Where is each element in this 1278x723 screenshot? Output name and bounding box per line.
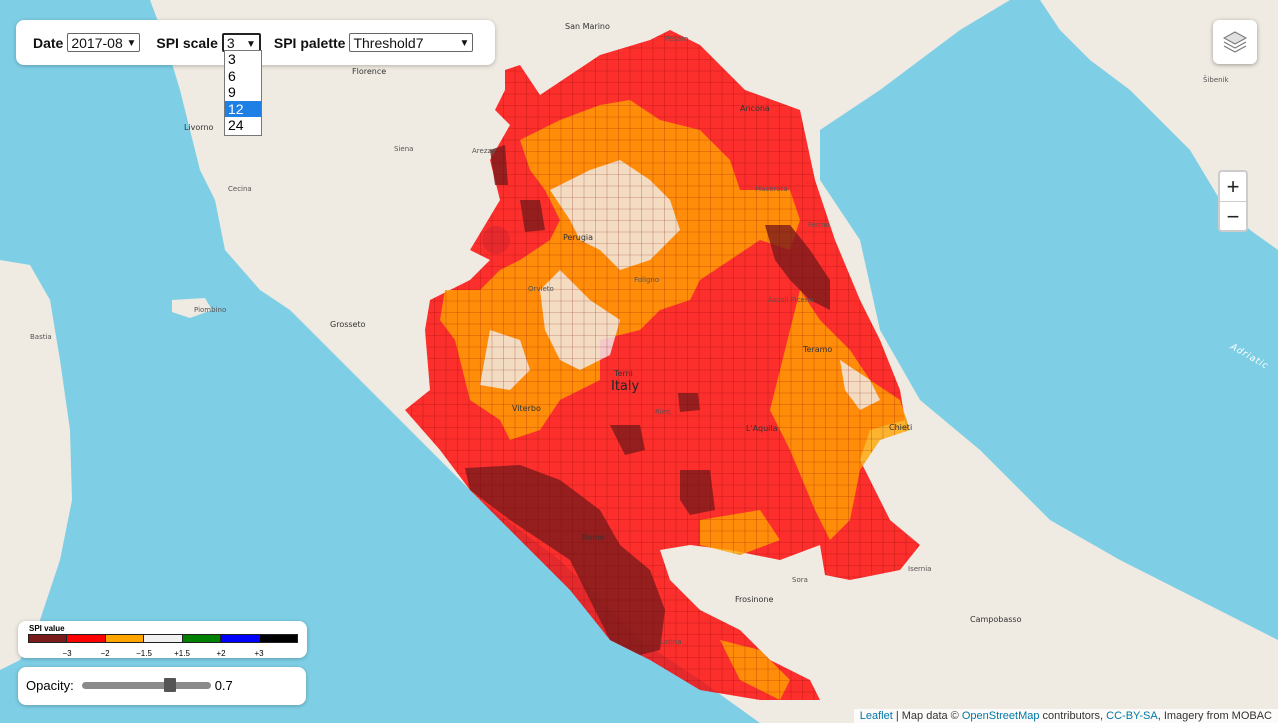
palette-select-value: Threshold7 (353, 34, 424, 51)
legend-tick: +3 (254, 649, 264, 658)
opacity-slider-thumb[interactable] (163, 678, 176, 692)
label-chieti: Chieti (889, 423, 913, 432)
palette-select[interactable]: Threshold7 ▼ (349, 33, 474, 52)
legend-color-bar (28, 634, 298, 643)
label-foligno: Foligno (634, 276, 660, 284)
label-ancona: Ancona (740, 104, 770, 113)
attribution-text: | Map data © (892, 710, 962, 722)
osm-link[interactable]: OpenStreetMap (962, 710, 1040, 722)
scale-option[interactable]: 6 (225, 68, 261, 85)
opacity-label: Opacity: (26, 678, 74, 693)
label-piombino: Piombino (194, 306, 227, 314)
leaflet-link[interactable]: Leaflet (860, 710, 893, 722)
label-florence: Florence (352, 67, 387, 76)
label-campobasso: Campobasso (970, 615, 1022, 624)
zoom-in-button[interactable]: + (1220, 172, 1246, 201)
label-macerata: Macerata (755, 185, 788, 193)
label-terni: Terni (614, 369, 633, 378)
label-san-marino: San Marino (565, 22, 610, 31)
scale-label: SPI scale (156, 34, 218, 51)
map-attribution: Leaflet | Map data © OpenStreetMap contr… (853, 709, 1278, 723)
label-frosinone: Frosinone (735, 595, 774, 604)
label-viterbo: Viterbo (512, 404, 541, 413)
label-rome: Rome (582, 533, 605, 542)
scale-option-highlighted[interactable]: 12 (225, 100, 261, 118)
label-livorno: Livorno (184, 123, 214, 132)
label-isernia: Isernia (908, 565, 932, 573)
label-sibenik: Šibenik (1203, 76, 1229, 84)
label-ascoli: Ascoli Piceno (768, 296, 814, 304)
attribution-text: contributors, (1039, 710, 1107, 722)
chevron-down-icon: ▼ (126, 38, 137, 49)
license-link[interactable]: CC-BY-SA (1106, 710, 1158, 722)
label-perugia: Perugia (563, 233, 594, 242)
scale-select-value: 3 (226, 34, 235, 51)
scale-option[interactable]: 3 (225, 51, 261, 68)
map-svg (0, 0, 1278, 723)
legend-swatch (259, 635, 297, 642)
label-italy: Italy (611, 379, 640, 394)
date-select-value: 2017-08 (71, 34, 123, 51)
label-arezzo: Arezzo (472, 147, 496, 155)
label-orvieto: Orvieto (528, 285, 554, 293)
label-laquila: L'Aquila (746, 424, 778, 433)
opacity-value: 0.7 (214, 678, 233, 693)
attribution-text: , Imagery from MOBAC (1157, 710, 1272, 722)
legend-swatch (67, 635, 106, 642)
palette-label: SPI palette (273, 34, 346, 51)
label-latina: Latina (660, 638, 682, 646)
label-siena: Siena (394, 145, 414, 153)
layers-icon (1222, 31, 1248, 53)
chevron-down-icon: ▼ (245, 39, 256, 50)
scale-option[interactable]: 24 (225, 117, 261, 134)
label-fermo: Fermo (808, 221, 830, 229)
spi-zone-darkred (678, 393, 700, 412)
legend-swatch (182, 635, 222, 642)
zoom-control: + − (1218, 170, 1248, 232)
legend-swatch (105, 635, 145, 642)
map-canvas[interactable]: San Marino Pesaro Ancona Florence Livorn… (0, 0, 1278, 723)
label-teramo: Teramo (803, 345, 833, 354)
chevron-down-icon: ▼ (459, 38, 470, 49)
date-select[interactable]: 2017-08 ▼ (67, 33, 141, 52)
label-grosseto: Grosseto (330, 320, 366, 329)
legend-tick: −3 (62, 649, 72, 658)
legend-tick: +1.5 (174, 649, 190, 658)
legend-swatch (29, 635, 68, 642)
scale-option[interactable]: 9 (225, 84, 261, 101)
legend-tick: +2 (216, 649, 226, 658)
scale-dropdown-list[interactable]: 3 6 9 12 24 (224, 50, 262, 136)
date-label: Date (33, 34, 64, 51)
legend-tick: −1.5 (136, 649, 152, 658)
label-rieti: Rieti (655, 408, 671, 416)
zoom-out-button[interactable]: − (1220, 202, 1246, 231)
legend-title: SPI value (29, 624, 65, 633)
spi-legend: SPI value −3 −2 −1.5 +1.5 +2 +3 (18, 621, 307, 658)
legend-tick: −2 (100, 649, 110, 658)
legend-swatch (221, 635, 260, 642)
label-cecina: Cecina (228, 185, 252, 193)
layers-button[interactable] (1213, 20, 1257, 64)
label-sora: Sora (792, 576, 808, 584)
legend-swatch (144, 635, 183, 642)
label-pesaro: Pesaro (665, 35, 689, 43)
label-bastia: Bastia (30, 333, 52, 341)
opacity-panel: Opacity: 0.7 (18, 667, 306, 705)
opacity-slider[interactable] (81, 678, 211, 692)
